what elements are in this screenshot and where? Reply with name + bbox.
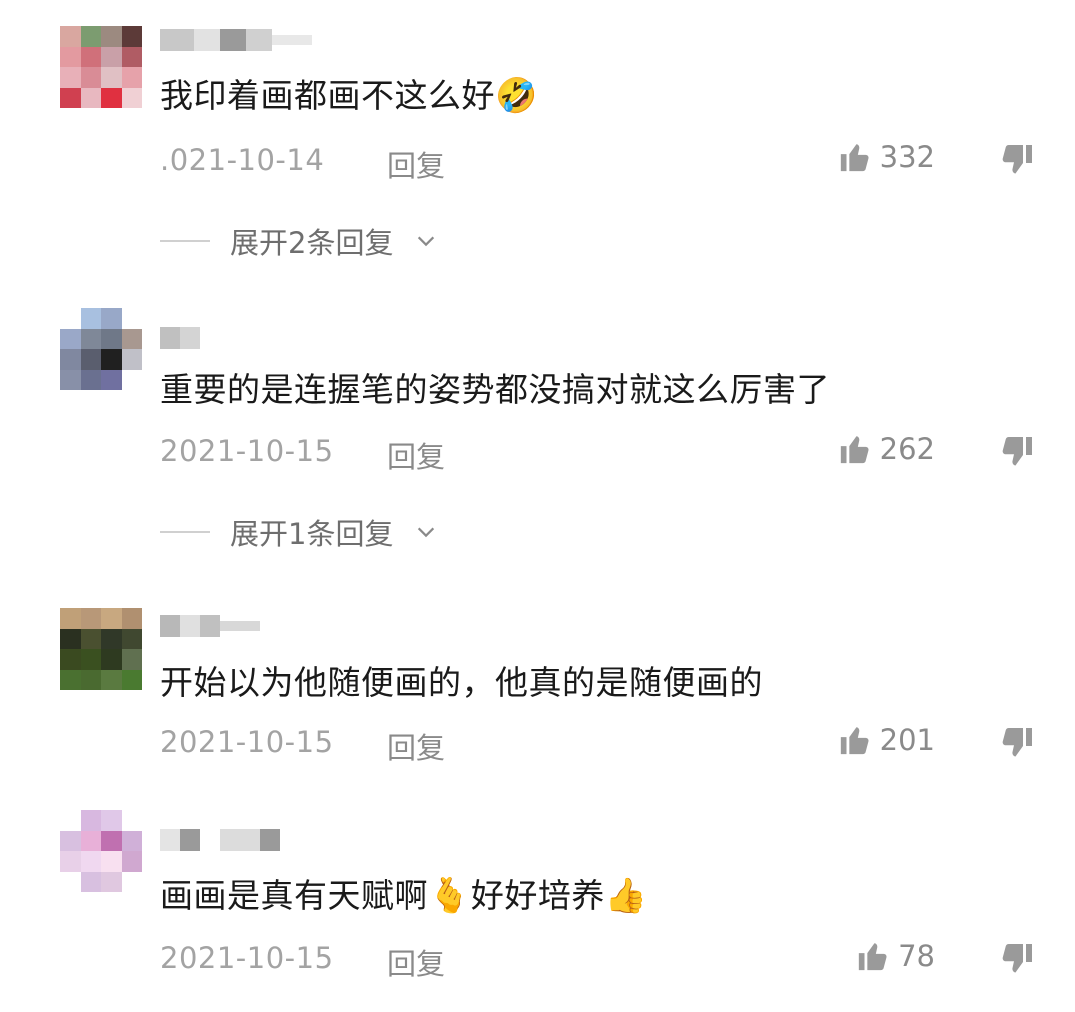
like-count: 332: [879, 140, 935, 174]
like-count: 201: [879, 723, 935, 757]
username-redacted[interactable]: [160, 614, 260, 638]
comment-text: 重要的是连握笔的姿势都没搞对就这么厉害了: [160, 370, 830, 409]
username-redacted[interactable]: [160, 326, 200, 350]
avatar[interactable]: [60, 308, 142, 390]
expand-replies-button[interactable]: 展开1条回复: [160, 511, 437, 553]
thumbs-up-icon: [858, 943, 887, 971]
dislike-button[interactable]: [999, 725, 1035, 765]
like-button[interactable]: 332: [838, 140, 935, 174]
reply-button[interactable]: 回复: [387, 725, 445, 767]
username-redacted[interactable]: [160, 828, 280, 852]
comment-date: .021-10-14: [160, 143, 325, 177]
thumbs-down-icon: [1002, 437, 1032, 466]
avatar[interactable]: [60, 810, 142, 892]
thumbs-up-icon: [840, 436, 869, 464]
like-button[interactable]: 78: [856, 939, 935, 973]
like-button[interactable]: 201: [838, 723, 935, 757]
comment-text: 画画是真有天赋啊🫰好好培养👍: [160, 876, 648, 916]
dislike-button[interactable]: [999, 434, 1035, 474]
comment-date: 2021-10-15: [160, 434, 334, 468]
expand-replies-label: 展开2条回复: [230, 226, 394, 260]
like-count: 78: [898, 939, 935, 973]
avatar[interactable]: [60, 26, 142, 108]
reply-button[interactable]: 回复: [387, 143, 445, 185]
thumbs-up-icon: [840, 727, 869, 755]
like-button[interactable]: 262: [838, 432, 935, 466]
expand-replies-button[interactable]: 展开2条回复: [160, 220, 437, 262]
comment-date: 2021-10-15: [160, 941, 334, 975]
comment-date: 2021-10-15: [160, 725, 334, 759]
thumbs-up-emoji-icon: 👍: [604, 876, 648, 916]
thumbs-down-icon: [1002, 944, 1032, 973]
reply-button[interactable]: 回复: [387, 434, 445, 476]
comment-text: 开始以为他随便画的，他真的是随便画的: [160, 663, 763, 702]
divider-line: [160, 531, 210, 533]
reply-button[interactable]: 回复: [387, 941, 445, 983]
like-count: 262: [879, 432, 935, 466]
username-redacted[interactable]: [160, 28, 312, 52]
dislike-button[interactable]: [999, 941, 1035, 981]
expand-replies-label: 展开1条回复: [230, 517, 394, 551]
thumbs-up-icon: [840, 144, 869, 172]
rofl-emoji-icon: 🤣: [495, 76, 538, 116]
dislike-button[interactable]: [999, 142, 1035, 182]
thumbs-down-icon: [1002, 145, 1032, 174]
divider-line: [160, 240, 210, 242]
chevron-down-icon: [418, 236, 435, 247]
comment-text: 我印着画都画不这么好🤣: [160, 76, 538, 116]
finger-heart-emoji-icon: 🫰: [428, 876, 471, 916]
thumbs-down-icon: [1002, 728, 1032, 757]
chevron-down-icon: [418, 527, 435, 538]
avatar[interactable]: [60, 608, 142, 690]
